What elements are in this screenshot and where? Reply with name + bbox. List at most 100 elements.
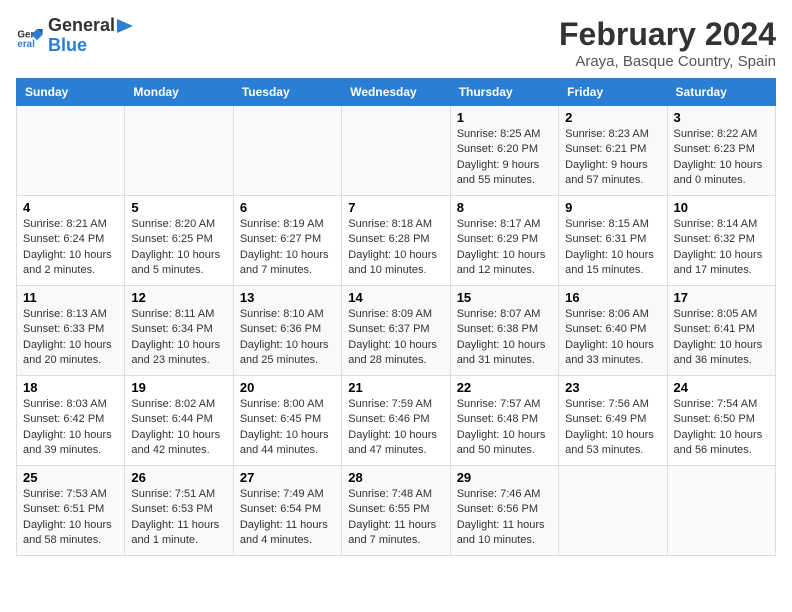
day-number: 17 [674,290,769,305]
day-info: Sunrise: 7:54 AM Sunset: 6:50 PM Dayligh… [674,397,769,459]
logo-icon: Gen eral [16,22,44,50]
title-block: February 2024 Araya, Basque Country, Spa… [559,16,776,70]
logo-blue: Blue [48,36,137,56]
page-subtitle: Araya, Basque Country, Spain [559,53,776,70]
day-number: 15 [457,290,552,305]
day-info: Sunrise: 7:51 AM Sunset: 6:53 PM Dayligh… [131,487,226,549]
calendar-cell [342,106,450,196]
calendar-cell [233,106,341,196]
day-info: Sunrise: 8:25 AM Sunset: 6:20 PM Dayligh… [457,127,552,189]
day-number: 22 [457,380,552,395]
day-number: 14 [348,290,443,305]
day-info: Sunrise: 8:20 AM Sunset: 6:25 PM Dayligh… [131,217,226,279]
day-number: 3 [674,110,769,125]
day-number: 28 [348,470,443,485]
day-number: 11 [23,290,118,305]
calendar-cell: 14 Sunrise: 8:09 AM Sunset: 6:37 PM Dayli… [342,286,450,376]
day-info: Sunrise: 7:57 AM Sunset: 6:48 PM Dayligh… [457,397,552,459]
calendar-table: SundayMondayTuesdayWednesdayThursdayFrid… [16,78,776,556]
calendar-cell [559,466,667,556]
day-number: 29 [457,470,552,485]
day-number: 1 [457,110,552,125]
calendar-cell: 22 Sunrise: 7:57 AM Sunset: 6:48 PM Dayli… [450,376,558,466]
day-info: Sunrise: 8:00 AM Sunset: 6:45 PM Dayligh… [240,397,335,459]
calendar-cell: 10 Sunrise: 8:14 AM Sunset: 6:32 PM Dayli… [667,196,775,286]
day-number: 21 [348,380,443,395]
day-info: Sunrise: 7:53 AM Sunset: 6:51 PM Dayligh… [23,487,118,549]
logo-chevron-icon [117,19,137,33]
header-thursday: Thursday [450,79,558,106]
day-number: 20 [240,380,335,395]
day-info: Sunrise: 7:49 AM Sunset: 6:54 PM Dayligh… [240,487,335,549]
calendar-cell: 18 Sunrise: 8:03 AM Sunset: 6:42 PM Dayli… [17,376,125,466]
header-friday: Friday [559,79,667,106]
day-number: 18 [23,380,118,395]
day-number: 12 [131,290,226,305]
calendar-cell: 4 Sunrise: 8:21 AM Sunset: 6:24 PM Daylig… [17,196,125,286]
day-number: 4 [23,200,118,215]
day-number: 27 [240,470,335,485]
day-info: Sunrise: 8:06 AM Sunset: 6:40 PM Dayligh… [565,307,660,369]
day-info: Sunrise: 8:14 AM Sunset: 6:32 PM Dayligh… [674,217,769,279]
day-info: Sunrise: 7:56 AM Sunset: 6:49 PM Dayligh… [565,397,660,459]
day-info: Sunrise: 8:15 AM Sunset: 6:31 PM Dayligh… [565,217,660,279]
calendar-cell: 8 Sunrise: 8:17 AM Sunset: 6:29 PM Daylig… [450,196,558,286]
day-number: 26 [131,470,226,485]
calendar-cell: 24 Sunrise: 7:54 AM Sunset: 6:50 PM Dayli… [667,376,775,466]
day-number: 24 [674,380,769,395]
day-number: 6 [240,200,335,215]
calendar-cell: 21 Sunrise: 7:59 AM Sunset: 6:46 PM Dayli… [342,376,450,466]
day-number: 8 [457,200,552,215]
day-number: 16 [565,290,660,305]
day-info: Sunrise: 7:46 AM Sunset: 6:56 PM Dayligh… [457,487,552,549]
day-info: Sunrise: 8:18 AM Sunset: 6:28 PM Dayligh… [348,217,443,279]
calendar-cell: 23 Sunrise: 7:56 AM Sunset: 6:49 PM Dayli… [559,376,667,466]
calendar-cell [125,106,233,196]
header-tuesday: Tuesday [233,79,341,106]
calendar-cell: 12 Sunrise: 8:11 AM Sunset: 6:34 PM Dayli… [125,286,233,376]
calendar-cell: 15 Sunrise: 8:07 AM Sunset: 6:38 PM Dayli… [450,286,558,376]
calendar-cell: 29 Sunrise: 7:46 AM Sunset: 6:56 PM Dayli… [450,466,558,556]
day-number: 10 [674,200,769,215]
page-title: February 2024 [559,16,776,53]
day-number: 23 [565,380,660,395]
page-header: Gen eral General Blue February 2024 Aray… [16,16,776,70]
svg-text:eral: eral [17,39,35,50]
day-info: Sunrise: 8:07 AM Sunset: 6:38 PM Dayligh… [457,307,552,369]
header-wednesday: Wednesday [342,79,450,106]
day-info: Sunrise: 8:09 AM Sunset: 6:37 PM Dayligh… [348,307,443,369]
day-info: Sunrise: 8:17 AM Sunset: 6:29 PM Dayligh… [457,217,552,279]
day-info: Sunrise: 8:21 AM Sunset: 6:24 PM Dayligh… [23,217,118,279]
calendar-cell: 26 Sunrise: 7:51 AM Sunset: 6:53 PM Dayli… [125,466,233,556]
day-info: Sunrise: 7:48 AM Sunset: 6:55 PM Dayligh… [348,487,443,549]
calendar-cell: 25 Sunrise: 7:53 AM Sunset: 6:51 PM Dayli… [17,466,125,556]
week-row-3: 11Sunrise: 8:13 AM Sunset: 6:33 PM Dayli… [17,286,776,376]
calendar-cell: 9 Sunrise: 8:15 AM Sunset: 6:31 PM Daylig… [559,196,667,286]
day-number: 9 [565,200,660,215]
calendar-cell: 20 Sunrise: 8:00 AM Sunset: 6:45 PM Dayli… [233,376,341,466]
day-info: Sunrise: 8:11 AM Sunset: 6:34 PM Dayligh… [131,307,226,369]
calendar-cell: 6 Sunrise: 8:19 AM Sunset: 6:27 PM Daylig… [233,196,341,286]
calendar-cell: 27 Sunrise: 7:49 AM Sunset: 6:54 PM Dayli… [233,466,341,556]
calendar-cell: 2Sunrise: 8:23 AM Sunset: 6:21 PM Daylig… [559,106,667,196]
calendar-cell: 1 Sunrise: 8:25 AM Sunset: 6:20 PM Daylig… [450,106,558,196]
day-number: 7 [348,200,443,215]
logo: Gen eral General Blue [16,16,137,56]
day-info: Sunrise: 7:59 AM Sunset: 6:46 PM Dayligh… [348,397,443,459]
calendar-cell: 7 Sunrise: 8:18 AM Sunset: 6:28 PM Daylig… [342,196,450,286]
week-row-5: 25 Sunrise: 7:53 AM Sunset: 6:51 PM Dayli… [17,466,776,556]
calendar-header-row: SundayMondayTuesdayWednesdayThursdayFrid… [17,79,776,106]
calendar-cell: 19Sunrise: 8:02 AM Sunset: 6:44 PM Dayli… [125,376,233,466]
day-info: Sunrise: 8:05 AM Sunset: 6:41 PM Dayligh… [674,307,769,369]
week-row-1: 1 Sunrise: 8:25 AM Sunset: 6:20 PM Daylig… [17,106,776,196]
day-number: 19 [131,380,226,395]
header-monday: Monday [125,79,233,106]
header-saturday: Saturday [667,79,775,106]
calendar-cell: 13Sunrise: 8:10 AM Sunset: 6:36 PM Dayli… [233,286,341,376]
week-row-2: 4 Sunrise: 8:21 AM Sunset: 6:24 PM Daylig… [17,196,776,286]
day-number: 25 [23,470,118,485]
day-info: Sunrise: 8:03 AM Sunset: 6:42 PM Dayligh… [23,397,118,459]
day-info: Sunrise: 8:19 AM Sunset: 6:27 PM Dayligh… [240,217,335,279]
day-number: 2 [565,110,660,125]
calendar-cell: 5Sunrise: 8:20 AM Sunset: 6:25 PM Daylig… [125,196,233,286]
